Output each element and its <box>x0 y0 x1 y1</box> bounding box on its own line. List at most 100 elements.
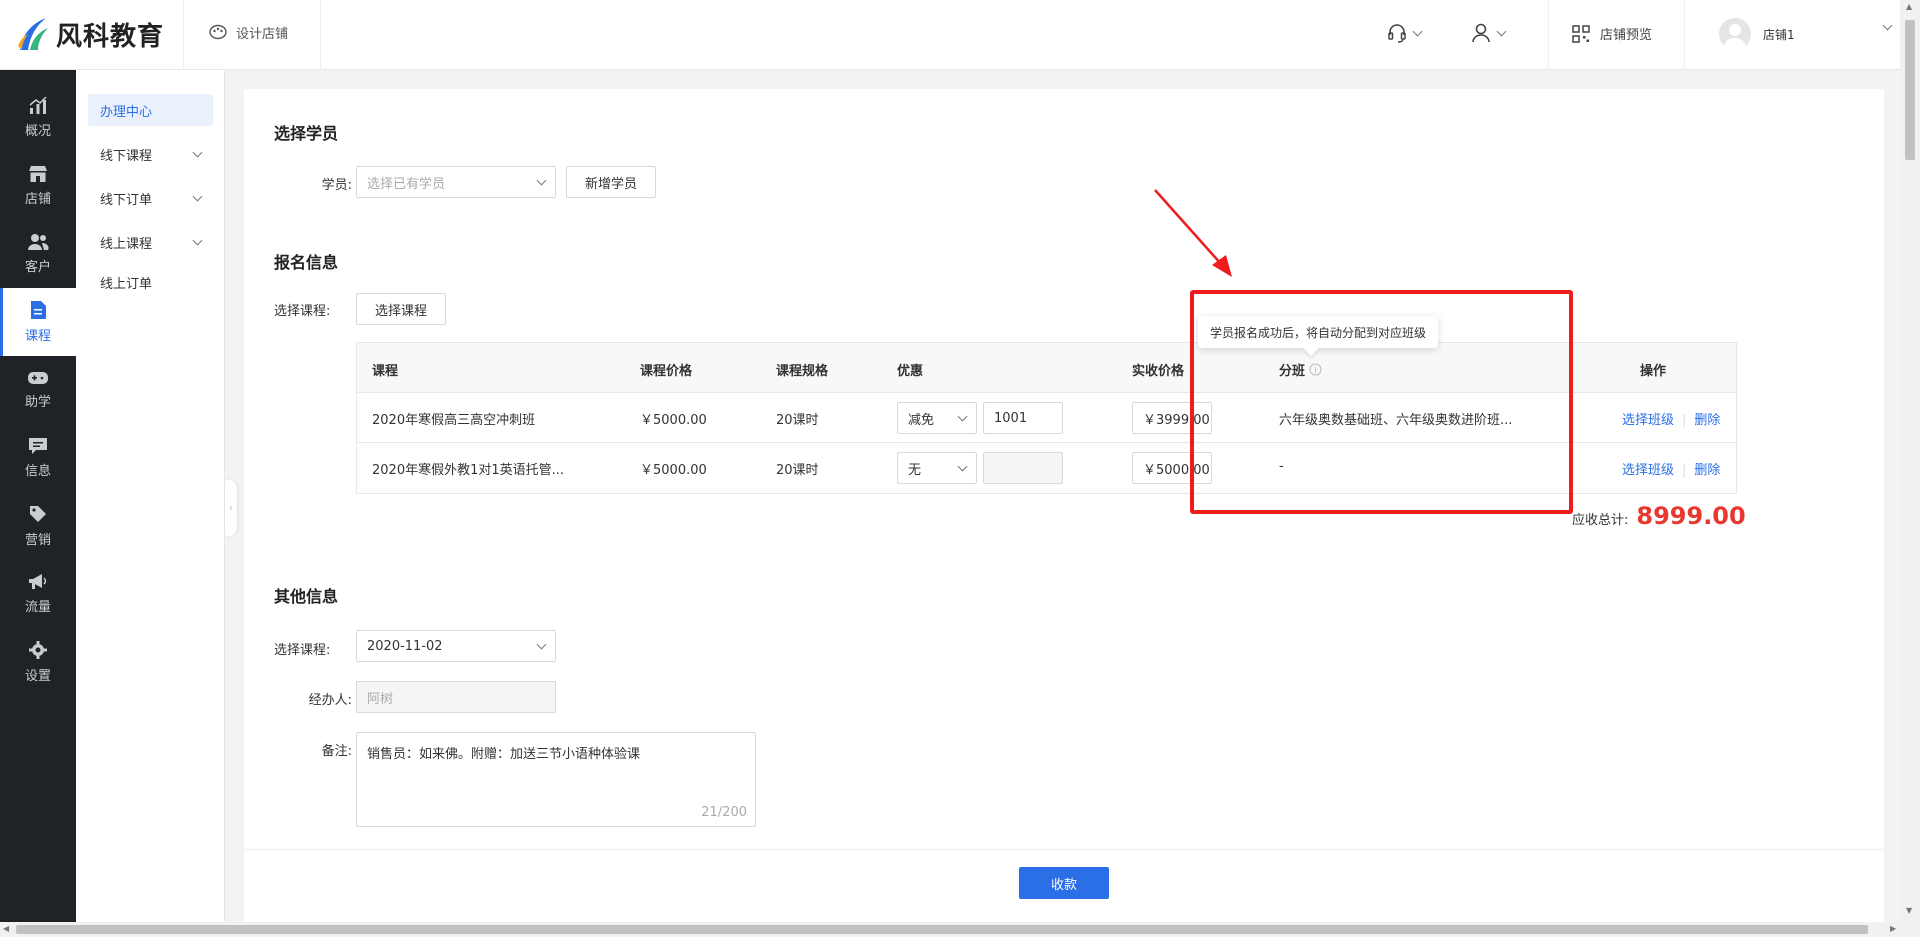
logo-icon <box>18 18 48 50</box>
store-preview-label: 店铺预览 <box>1600 28 1653 43</box>
nav-label: 助学 <box>24 395 51 410</box>
nav-label: 流量 <box>24 600 51 615</box>
user-icon <box>1472 23 1490 43</box>
remark-text: 销售员：如来佛。附赠：加送三节小语种体验课 <box>367 747 641 762</box>
nav-item-customers[interactable]: 客户 <box>0 220 76 288</box>
design-store-label: 设计店铺 <box>236 26 289 42</box>
nav-item-marketing[interactable]: 营销 <box>0 492 76 560</box>
chevron-down-icon <box>957 411 968 421</box>
column-header: 操作 <box>1640 364 1667 379</box>
subnav-item-online-courses[interactable]: 线上课程 <box>88 226 213 258</box>
scroll-right-icon[interactable]: ▶ <box>1890 924 1896 933</box>
chevron-down-icon <box>957 461 968 471</box>
nav-item-study[interactable]: 助学 <box>0 356 76 424</box>
collect-payment-button[interactable]: 收款 <box>1019 867 1109 899</box>
section-title-student: 选择学员 <box>274 124 339 143</box>
divider <box>183 0 184 70</box>
nav-label: 概况 <box>24 124 51 139</box>
student-select[interactable]: 选择已有学员 <box>356 166 556 198</box>
vertical-scrollbar[interactable]: ▲ ▼ <box>1900 0 1920 922</box>
remark-label: 备注: <box>321 744 352 759</box>
subnav-label: 线下订单 <box>100 192 153 208</box>
scroll-left-icon[interactable]: ◀ <box>3 924 9 933</box>
main-sidebar: 概况 店铺 客户 课程 助学 信息 营销 流量 设置 <box>0 70 76 922</box>
select-class-link[interactable]: 选择班级 <box>1622 413 1674 428</box>
palette-icon <box>209 24 227 40</box>
student-select-placeholder: 选择已有学员 <box>367 176 446 192</box>
chevron-down-icon[interactable] <box>1882 20 1893 31</box>
account-menu[interactable] <box>1470 22 1507 44</box>
course-label: 选择课程: <box>274 304 331 319</box>
row-actions: 选择班级 | 删除 <box>1622 409 1720 428</box>
scroll-up-icon[interactable]: ▲ <box>1906 2 1912 11</box>
discount-value-input <box>983 452 1063 484</box>
nav-item-courses[interactable]: 课程 <box>0 288 76 356</box>
sidebar-collapse-handle[interactable]: ‹ <box>225 480 237 536</box>
gamepad-icon <box>28 372 48 384</box>
column-header: 实收价格 <box>1132 364 1185 379</box>
handler-input: 阿树 <box>356 681 556 713</box>
total-value: 8999.00 <box>1636 502 1746 530</box>
chevron-down-icon <box>536 639 547 649</box>
nav-label: 信息 <box>24 464 51 479</box>
subnav-item-online-orders[interactable]: 线上订单 <box>88 266 213 298</box>
course-spec: 20课时 <box>776 413 819 428</box>
chart-icon <box>29 97 47 114</box>
remark-counter: 21/200 <box>701 805 747 820</box>
enrollment-form-card: 选择学员 学员: 选择已有学员 新增学员 报名信息 选择课程: 选择课程 课程 … <box>244 89 1884 849</box>
customers-icon <box>28 234 49 250</box>
design-store-button[interactable]: 设计店铺 <box>208 22 288 42</box>
subnav-item-offline-courses[interactable]: 线下课程 <box>88 138 213 170</box>
avatar <box>1719 18 1751 50</box>
subnav-label: 办理中心 <box>100 104 153 120</box>
column-header: 优惠 <box>897 364 924 379</box>
remark-textarea[interactable]: 销售员：如来佛。附赠：加送三节小语种体验课 21/200 <box>356 732 756 827</box>
nav-label: 店铺 <box>24 192 51 207</box>
store-preview-button[interactable]: 店铺预览 <box>1572 24 1652 43</box>
course-name: 2020年寒假外教1对1英语托管... <box>372 463 565 478</box>
scroll-down-icon[interactable]: ▼ <box>1906 906 1912 915</box>
horizontal-scrollbar[interactable]: ◀ ▶ <box>0 922 1920 937</box>
nav-item-store[interactable]: 店铺 <box>0 152 76 220</box>
delete-link[interactable]: 删除 <box>1694 413 1720 428</box>
discount-value-input[interactable]: 1001 <box>983 402 1063 434</box>
add-student-button[interactable]: 新增学员 <box>566 166 656 198</box>
headset-icon <box>1388 24 1406 43</box>
date-select[interactable]: 2020-11-02 <box>356 630 556 662</box>
megaphone-icon <box>29 574 47 589</box>
nav-label: 客户 <box>24 260 51 275</box>
store-switcher[interactable]: 店铺1 <box>1719 18 1795 50</box>
tag-icon <box>30 506 46 522</box>
divider: | <box>1682 463 1687 478</box>
annotation-highlight-box <box>1190 290 1573 514</box>
scrollbar-thumb[interactable] <box>16 925 1868 934</box>
chevron-down-icon <box>1496 26 1507 36</box>
subnav-label: 线下课程 <box>100 148 153 164</box>
nav-item-traffic[interactable]: 流量 <box>0 560 76 628</box>
nav-label: 课程 <box>24 329 51 344</box>
subnav-item-center[interactable]: 办理中心 <box>88 94 213 126</box>
nav-item-settings[interactable]: 设置 <box>0 628 76 696</box>
support-menu[interactable] <box>1386 22 1423 44</box>
delete-link[interactable]: 删除 <box>1694 463 1720 478</box>
total-label: 应收总计: <box>1572 513 1629 528</box>
column-header: 课程价格 <box>640 364 693 379</box>
nav-item-messages[interactable]: 信息 <box>0 424 76 492</box>
scrollbar-thumb[interactable] <box>1905 20 1915 160</box>
divider: | <box>1682 413 1687 428</box>
select-class-link[interactable]: 选择班级 <box>1622 463 1674 478</box>
message-icon <box>29 438 47 454</box>
date-label: 选择课程: <box>274 643 331 658</box>
nav-label: 营销 <box>24 533 51 548</box>
divider <box>1684 0 1685 70</box>
brand-logo[interactable]: 风科教育 <box>16 14 164 54</box>
qr-code-icon <box>1572 24 1590 43</box>
gear-icon <box>29 641 47 659</box>
discount-type-select[interactable]: 无 <box>897 452 977 484</box>
discount-type-select[interactable]: 减免 <box>897 402 977 434</box>
column-header: 课程 <box>372 364 399 379</box>
student-label: 学员: <box>321 178 352 193</box>
subnav-item-offline-orders[interactable]: 线下订单 <box>88 182 213 214</box>
nav-item-overview[interactable]: 概况 <box>0 84 76 152</box>
select-course-button[interactable]: 选择课程 <box>356 293 446 325</box>
